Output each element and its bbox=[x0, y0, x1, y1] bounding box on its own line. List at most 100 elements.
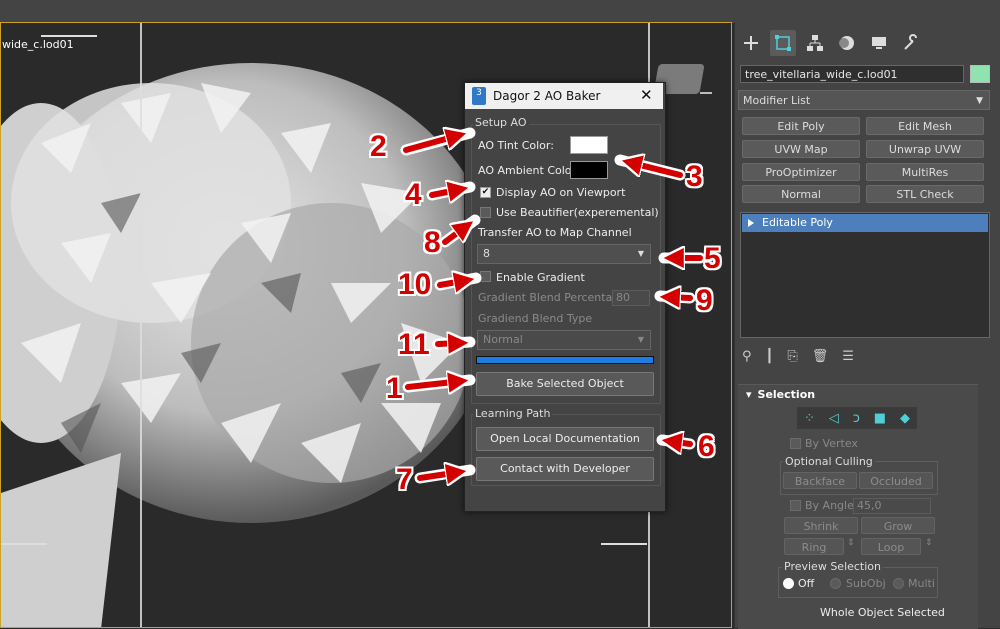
annotation-number-8: 8 bbox=[424, 226, 441, 259]
enable-gradient-checkbox[interactable] bbox=[480, 271, 491, 282]
uvw-map-button[interactable]: UVW Map bbox=[742, 140, 860, 158]
edge-icon[interactable]: ◁ bbox=[829, 411, 839, 426]
by-angle-checkbox[interactable] bbox=[790, 500, 801, 511]
ao-tint-color-swatch[interactable] bbox=[570, 136, 608, 154]
dialog-title: Dagor 2 AO Baker bbox=[493, 89, 601, 103]
display-ao-checkbox[interactable]: ✔ bbox=[480, 187, 491, 198]
annotation-number-4: 4 bbox=[405, 178, 422, 211]
map-channel-dropdown[interactable]: 8 ▼ bbox=[477, 244, 651, 264]
preview-multi-radio[interactable] bbox=[893, 578, 904, 589]
remove-modifier-icon[interactable]: 🗑 bbox=[812, 349, 829, 364]
stack-item-label: Editable Poly bbox=[762, 216, 833, 229]
enable-gradient-label: Enable Gradient bbox=[496, 271, 585, 284]
main-toolbar bbox=[0, 0, 1000, 23]
loop-spinner-icon[interactable]: ⇕ bbox=[925, 538, 933, 548]
ao-ambient-color-swatch[interactable] bbox=[570, 161, 608, 179]
gradient-blend-spinner[interactable]: 80 bbox=[612, 290, 650, 306]
chevron-down-icon: ▼ bbox=[637, 335, 644, 344]
object-color-swatch[interactable] bbox=[970, 65, 990, 83]
annotation-number-2: 2 bbox=[370, 130, 387, 163]
annotation-number-3: 3 bbox=[686, 160, 703, 193]
modifier-list-dropdown[interactable]: Modifier List ▼ bbox=[738, 90, 990, 110]
edit-mesh-button[interactable]: Edit Mesh bbox=[866, 117, 984, 135]
annotation-number-10: 10 bbox=[398, 268, 432, 301]
preview-off-label: Off bbox=[798, 577, 815, 590]
map-channel-value: 8 bbox=[483, 247, 490, 260]
utilities-icon[interactable] bbox=[898, 30, 924, 56]
shrink-button[interactable]: Shrink bbox=[784, 517, 858, 534]
bake-selected-object-button[interactable]: Bake Selected Object bbox=[476, 372, 654, 396]
annotation-number-1: 1 bbox=[386, 372, 403, 405]
create-icon[interactable] bbox=[738, 30, 764, 56]
command-panel-tabs bbox=[738, 30, 924, 60]
vertex-icon[interactable]: ⁘ bbox=[804, 411, 815, 426]
element-icon[interactable]: ◆ bbox=[900, 411, 910, 426]
configure-sets-icon[interactable]: ☰ bbox=[842, 349, 854, 364]
preview-subobj-radio[interactable] bbox=[830, 578, 841, 589]
close-icon[interactable]: ✕ bbox=[640, 86, 653, 104]
by-vertex-label: By Vertex bbox=[805, 437, 858, 450]
expand-triangle-icon[interactable] bbox=[748, 219, 754, 227]
annotation-number-7: 7 bbox=[396, 463, 413, 496]
prooptimizer-button[interactable]: ProOptimizer bbox=[742, 163, 860, 181]
gradient-blend-label: Gradient Blend Percentages bbox=[478, 291, 632, 304]
stack-toolbar: ⚲ ┃ ⎘ 🗑 ☰ bbox=[742, 346, 854, 366]
viewport-guide-line bbox=[601, 543, 647, 545]
motion-icon[interactable] bbox=[834, 30, 860, 56]
occluded-button[interactable]: Occluded bbox=[859, 472, 933, 489]
preview-multi-label: Multi bbox=[908, 577, 935, 590]
object-name-field[interactable]: tree_vitellaria_wide_c.lod01 bbox=[740, 65, 964, 83]
by-vertex-checkbox[interactable] bbox=[790, 438, 801, 449]
make-unique-icon[interactable]: ⎘ bbox=[787, 349, 797, 364]
selection-status: Whole Object Selected bbox=[820, 606, 945, 619]
selection-title: Selection bbox=[757, 388, 816, 401]
stl-check-button[interactable]: STL Check bbox=[866, 185, 984, 203]
bake-progress-bar bbox=[476, 356, 654, 364]
selection-rollout-header[interactable]: ▾ Selection bbox=[746, 388, 815, 401]
preview-subobj-label: SubObj bbox=[846, 577, 886, 590]
edit-poly-button[interactable]: Edit Poly bbox=[742, 117, 860, 135]
annotation-number-11: 11 bbox=[398, 328, 430, 361]
gradient-type-dropdown[interactable]: Normal ▼ bbox=[477, 330, 651, 350]
max-app-icon: 3 bbox=[472, 87, 486, 105]
collapse-triangle-icon: ▾ bbox=[746, 388, 752, 401]
normal-button[interactable]: Normal bbox=[742, 185, 860, 203]
pin-stack-icon[interactable]: ⚲ bbox=[742, 349, 752, 364]
ring-button[interactable]: Ring bbox=[784, 538, 844, 555]
viewport-guide-line bbox=[41, 35, 97, 37]
display-icon[interactable] bbox=[866, 30, 892, 56]
ao-ambient-label: AO Ambient Color: bbox=[478, 164, 580, 177]
use-beautifier-checkbox[interactable] bbox=[480, 207, 491, 218]
backface-button[interactable]: Backface bbox=[783, 472, 857, 489]
loop-button[interactable]: Loop bbox=[861, 538, 921, 555]
preview-off-radio[interactable] bbox=[783, 578, 794, 589]
hierarchy-icon[interactable] bbox=[802, 30, 828, 56]
show-end-result-icon[interactable]: ┃ bbox=[766, 349, 774, 364]
multires-button[interactable]: MultiRes bbox=[866, 163, 984, 181]
annotation-number-9: 9 bbox=[696, 284, 713, 317]
by-angle-label: By Angle: bbox=[805, 499, 858, 512]
viewport-object-label: wide_c.lod01 bbox=[2, 38, 74, 51]
ao-tint-label: AO Tint Color: bbox=[478, 139, 554, 152]
annotation-number-6: 6 bbox=[698, 430, 715, 463]
stack-item-editable-poly[interactable]: Editable Poly bbox=[742, 214, 988, 232]
polygon-icon[interactable]: ■ bbox=[874, 411, 886, 426]
use-beautifier-label: Use Beautifier(experemental) bbox=[496, 206, 659, 219]
border-icon[interactable]: ↄ bbox=[853, 411, 860, 426]
grow-button[interactable]: Grow bbox=[861, 517, 935, 534]
optional-culling-label: Optional Culling bbox=[783, 455, 875, 468]
subobject-level-bar: ⁘ ◁ ↄ ■ ◆ bbox=[797, 407, 917, 429]
ring-spinner-icon[interactable]: ⇕ bbox=[847, 538, 855, 548]
unwrap-uvw-button[interactable]: Unwrap UVW bbox=[866, 140, 984, 158]
setup-ao-label: Setup AO bbox=[473, 116, 529, 129]
gradient-type-label: Gradiend Blend Type bbox=[478, 312, 593, 325]
annotation-number-5: 5 bbox=[704, 242, 721, 275]
display-ao-label: Display AO on Viewport bbox=[496, 186, 626, 199]
open-documentation-button[interactable]: Open Local Documentation bbox=[476, 427, 654, 451]
viewport-guide-line bbox=[140, 23, 142, 627]
preview-selection-label: Preview Selection bbox=[782, 560, 884, 573]
contact-developer-button[interactable]: Contact with Developer bbox=[476, 457, 654, 481]
modifier-stack: Editable Poly bbox=[740, 212, 990, 338]
modify-icon[interactable] bbox=[770, 30, 796, 56]
angle-spinner[interactable]: 45,0 bbox=[853, 498, 931, 514]
